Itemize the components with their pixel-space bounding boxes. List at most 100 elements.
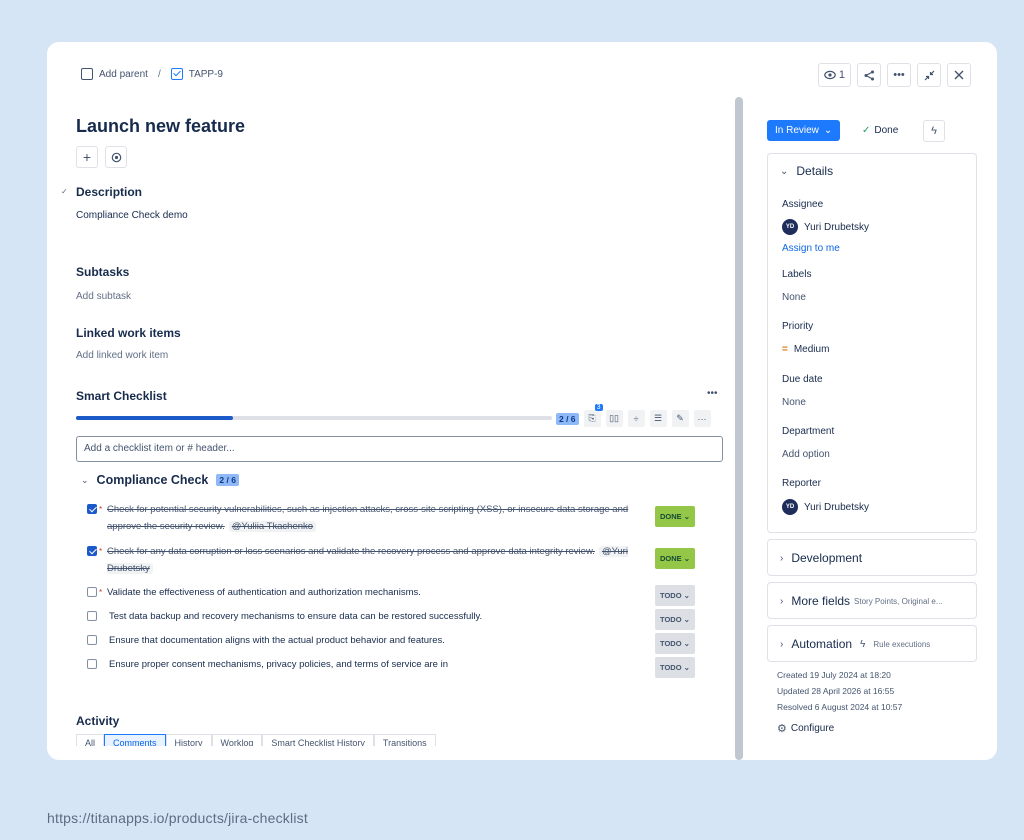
checklist-item-text[interactable]: Check for any data corruption or loss sc… [107,543,647,577]
chevron-right-icon: › [780,638,784,650]
settings-icon [111,152,121,162]
checklist-item: Ensure proper consent mechanisms, privac… [87,656,717,678]
apps-button[interactable] [105,146,127,168]
checklist-item-text[interactable]: Ensure proper consent mechanisms, privac… [109,656,649,673]
activity-tab[interactable]: Comments [104,734,166,746]
description-text[interactable]: Compliance Check demo [76,210,188,221]
breadcrumb: Add parent / TAPP-9 [81,68,223,80]
filter-button[interactable]: ☰ [649,410,667,427]
checklist-item-text[interactable]: Validate the effectiveness of authentica… [107,584,647,601]
checklist-group-header[interactable]: ⌄ Compliance Check 2 / 6 [81,473,239,487]
resolved-timestamp: Resolved 6 August 2024 at 10:57 [777,702,903,712]
status-dropdown[interactable]: TODO ⌄ [655,657,695,678]
checklist-item-text[interactable]: Ensure that documentation aligns with th… [109,632,649,649]
collapse-description-icon[interactable]: ✓ [61,187,68,196]
status-dropdown[interactable]: TODO ⌄ [655,585,695,606]
checklist-item-checkbox[interactable] [87,659,97,669]
assignee-field[interactable]: YD Yuri Drubetsky [782,219,869,235]
done-button[interactable]: ✓ Done [862,125,898,136]
priority-field[interactable]: = Medium [782,344,829,355]
checklist-heading: Smart Checklist [76,389,167,403]
issue-key-link[interactable]: TAPP-9 [189,69,223,80]
checklist-more-button[interactable]: ••• [707,388,718,399]
automation-heading: Automation [791,637,853,651]
checklist-menu-button[interactable]: ··· [693,410,711,427]
chevron-down-icon: ⌄ [681,554,691,563]
templates-button[interactable]: ⎘ 3 [583,404,603,427]
chevron-down-icon: ⌄ [681,615,690,624]
automation-panel[interactable]: › Automation ϟ Rule executions [767,625,977,662]
details-header[interactable]: ⌄ Details [780,164,833,178]
reporter-field[interactable]: YD Yuri Drubetsky [782,499,869,515]
chevron-down-icon: ⌄ [681,639,690,648]
chevron-right-icon: › [780,552,784,564]
status-label: DONE [660,554,682,563]
development-panel[interactable]: › Development [767,539,977,576]
required-marker [99,656,109,673]
activity-tab[interactable]: Worklog [211,734,263,746]
breadcrumb-separator: / [157,68,161,80]
gear-icon: ⚙ [777,723,787,735]
checklist-item-checkbox[interactable] [87,546,97,556]
status-dropdown[interactable]: In Review ⌄ [767,120,841,141]
eye-icon [824,70,836,80]
automation-bolt-button[interactable]: ϟ [923,120,945,142]
chevron-right-icon: › [780,595,784,607]
more-fields-panel[interactable]: › More fields Story Points, Original e..… [767,582,977,619]
status-dropdown[interactable]: DONE ⌄ [655,548,696,569]
activity-tab[interactable]: Transitions [373,734,436,746]
due-date-field[interactable]: None [782,397,806,408]
required-marker [99,632,109,649]
checklist-item-checkbox[interactable] [87,611,97,621]
required-marker: * [99,588,103,597]
ellipsis-icon: ••• [893,69,905,81]
activity-tab[interactable]: History [165,734,212,746]
checklist-item-checkbox[interactable] [87,635,97,645]
edit-checklist-button[interactable]: ✎ [671,410,689,427]
columns-button[interactable]: ▯▯ [605,410,623,427]
labels-field[interactable]: None [782,292,806,303]
main-scrollbar[interactable] [735,97,743,760]
top-toolbar: 1 ••• [817,63,971,87]
checklist-item-text[interactable]: Test data backup and recovery mechanisms… [109,608,649,625]
checklist-item: * Check for potential security vulnerabil… [87,501,717,535]
watch-button[interactable]: 1 [817,63,851,87]
configure-button[interactable]: ⚙ Configure [777,722,834,735]
department-field[interactable]: Add option [782,449,830,460]
status-dropdown[interactable]: DONE ⌄ [655,506,696,527]
more-actions-button[interactable]: ••• [887,63,911,87]
status-label: In Review [775,125,819,136]
minimize-button[interactable] [917,63,941,87]
checklist-item: Test data backup and recovery mechanisms… [87,608,717,630]
assign-to-me-link[interactable]: Assign to me [782,243,840,254]
done-label: Done [874,125,899,136]
close-button[interactable] [947,63,971,87]
template-icon: ⎘ [588,413,596,423]
add-subtask-link[interactable]: Add subtask [76,291,131,302]
checklist-item-text[interactable]: Check for potential security vulnerabili… [107,501,647,535]
activity-tab[interactable]: All [76,734,105,746]
add-parent-link[interactable]: Add parent [99,69,148,80]
status-dropdown[interactable]: TODO ⌄ [655,609,695,630]
activity-tab[interactable]: Smart Checklist History [262,734,374,746]
checklist-item: Ensure that documentation aligns with th… [87,632,717,654]
item-mention[interactable]: @Yuliia Tkachenko [228,521,317,532]
share-button[interactable] [857,63,881,87]
more-fields-hint: Story Points, Original e... [854,596,943,606]
chevron-down-icon: ⌄ [681,512,691,521]
add-linked-item-link[interactable]: Add linked work item [76,350,168,361]
checklist-item: * Check for any data corruption or loss s… [87,543,717,577]
labels-label: Labels [782,269,812,280]
automation-hint: Rule executions [873,639,931,649]
checklist-add-input[interactable]: Add a checklist item or # header... [76,436,723,462]
issue-title[interactable]: Launch new feature [76,116,245,137]
add-button[interactable]: + [76,146,98,168]
checklist-item-checkbox[interactable] [87,504,97,514]
check-icon: ✓ [862,125,871,136]
collapse-all-button[interactable]: ÷ [627,410,645,427]
more-fields-header: › More fields Story Points, Original e..… [780,594,943,608]
status-dropdown[interactable]: TODO ⌄ [655,633,695,654]
item-text: Test data backup and recovery mechanisms… [109,611,483,622]
status-label: TODO [660,615,682,624]
checklist-item-checkbox[interactable] [87,587,97,597]
